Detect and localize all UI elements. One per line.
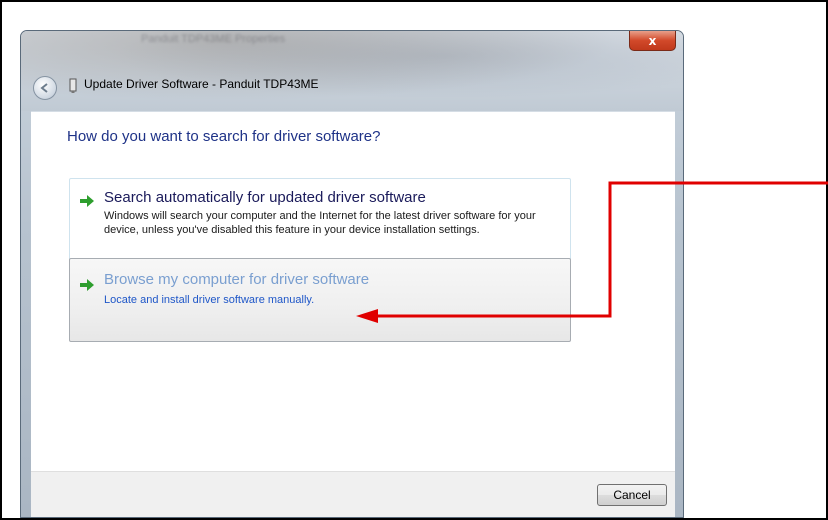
device-icon — [69, 78, 77, 93]
option-title: Browse my computer for driver software — [104, 271, 370, 288]
browse-computer-option[interactable]: Browse my computer for driver software L… — [69, 258, 571, 342]
update-driver-dialog: Panduit TDP43ME Properties x Update Driv… — [20, 30, 684, 518]
option-title: Search automatically for updated driver … — [104, 189, 426, 206]
window-title: Update Driver Software - Panduit TDP43ME — [84, 77, 319, 91]
background-window-title: Panduit TDP43ME Properties — [141, 33, 286, 45]
page-heading: How do you want to search for driver sof… — [67, 128, 381, 145]
back-button[interactable] — [33, 76, 57, 100]
option-description: Locate and install driver software manua… — [104, 294, 315, 306]
green-arrow-icon — [80, 195, 94, 207]
title-bar: Panduit TDP43ME Properties — [21, 31, 683, 111]
content-area: How do you want to search for driver sof… — [31, 111, 675, 471]
cancel-button[interactable]: Cancel — [597, 484, 667, 506]
dialog-footer: Cancel — [31, 471, 675, 517]
back-arrow-icon — [40, 83, 48, 93]
close-button[interactable]: x — [629, 31, 676, 51]
green-arrow-icon — [80, 279, 94, 291]
option-description: Windows will search your computer and th… — [104, 210, 536, 236]
